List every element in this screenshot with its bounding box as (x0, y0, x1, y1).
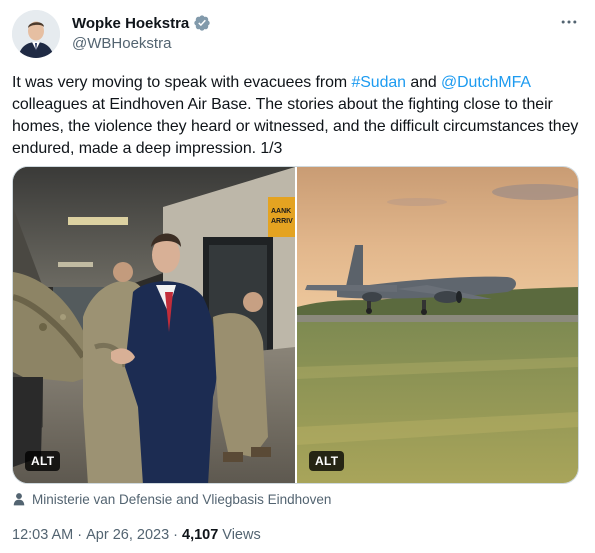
media-grid: AANK ARRIV ALT ALT (12, 166, 579, 484)
verified-badge-icon[interactable] (193, 14, 211, 32)
alt-text-button[interactable]: ALT (25, 451, 61, 471)
tweet-text-part: colleagues at Eindhoven Air Base. The st… (12, 96, 579, 157)
person-icon (13, 493, 25, 506)
tweet-meta: 12:03 AM · Apr 26, 2023 · 4,107 Views (12, 527, 261, 543)
photo-handshake[interactable]: AANK ARRIV ALT (13, 167, 295, 483)
tweet-date[interactable]: Apr 26, 2023 (86, 527, 169, 543)
tweet-text-part: and (405, 74, 442, 91)
more-dots-icon (561, 20, 577, 24)
author-name-row: Wopke Hoekstra (72, 13, 211, 33)
alt-text-button[interactable]: ALT (309, 451, 345, 471)
tweet-card: Wopke Hoekstra @WBHoekstra It was very m… (0, 0, 595, 553)
meta-separator: · (77, 527, 83, 543)
sign-text-arrival: ARRIV (271, 218, 293, 225)
tweet-text-part: It was very moving to speak with evacuee… (12, 74, 352, 91)
author-name[interactable]: Wopke Hoekstra (72, 15, 189, 32)
more-options-button[interactable] (556, 12, 582, 32)
media-credit-text: Ministerie van Defensie and Vliegbasis E… (32, 491, 332, 507)
views-count[interactable]: 4,107 (182, 527, 218, 543)
tweet-time[interactable]: 12:03 AM (12, 527, 73, 543)
photo-handshake-image: AANK ARRIV (13, 167, 295, 483)
meta-separator: · (173, 527, 178, 543)
mention-link-dutchmfa[interactable]: @DutchMFA (441, 74, 530, 91)
hashtag-link-sudan[interactable]: #Sudan (351, 74, 406, 91)
views-label: Views (222, 527, 261, 543)
photo-airplane-image (297, 167, 578, 483)
avatar[interactable] (12, 10, 60, 58)
author-handle[interactable]: @WBHoekstra (72, 35, 171, 52)
sign-text-aankomst: AANK (271, 208, 291, 215)
photo-airplane[interactable]: ALT (297, 167, 578, 483)
media-credit[interactable]: Ministerie van Defensie and Vliegbasis E… (12, 490, 331, 508)
avatar-man-in-suit-icon (12, 10, 60, 58)
tweet-text: It was very moving to speak with evacuee… (12, 72, 587, 160)
